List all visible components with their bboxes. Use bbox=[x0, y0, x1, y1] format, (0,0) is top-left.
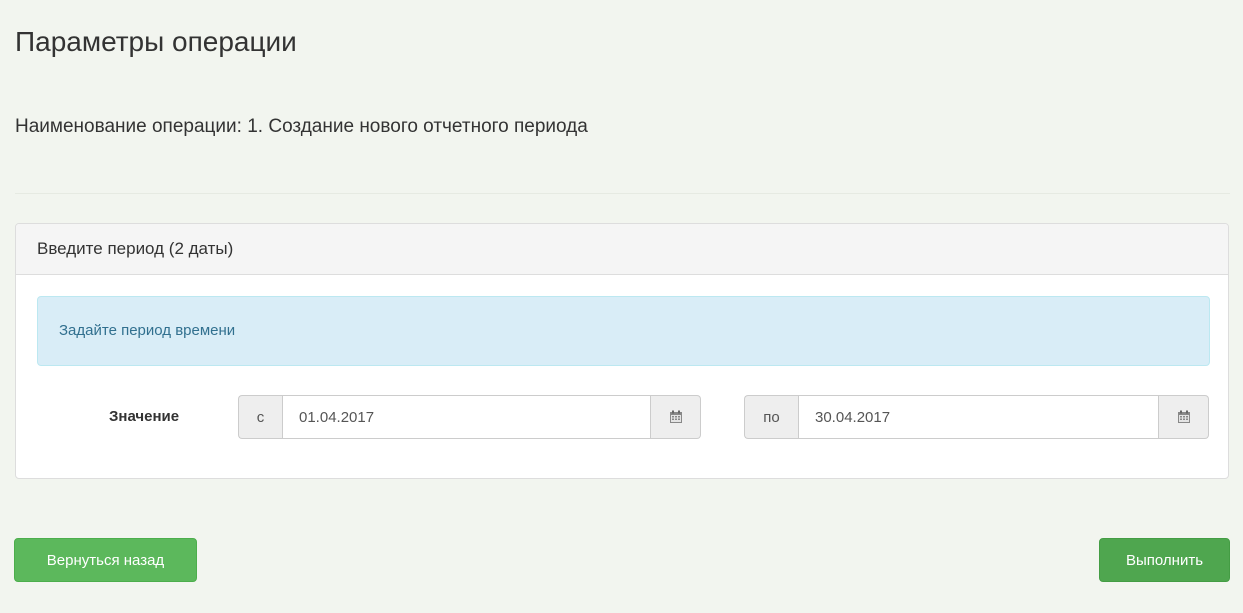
calendar-icon bbox=[1177, 410, 1190, 423]
calendar-icon bbox=[669, 410, 682, 423]
date-to-input[interactable] bbox=[798, 395, 1159, 439]
date-from-input[interactable] bbox=[282, 395, 651, 439]
section-divider bbox=[15, 193, 1230, 194]
back-button[interactable]: Вернуться назад bbox=[14, 538, 197, 582]
page-title: Параметры операции bbox=[15, 26, 297, 57]
value-field-label: Значение bbox=[109, 408, 180, 425]
execute-button[interactable]: Выполнить bbox=[1099, 538, 1230, 582]
date-to-prefix: по bbox=[744, 395, 798, 439]
panel-heading: Введите период (2 даты) bbox=[16, 224, 1228, 275]
date-from-group: с bbox=[238, 395, 701, 439]
period-panel: Введите период (2 даты) Задайте период в… bbox=[15, 223, 1229, 479]
date-to-group: по bbox=[744, 395, 1209, 439]
info-alert: Задайте период времени bbox=[37, 296, 1210, 366]
date-from-prefix: с bbox=[238, 395, 282, 439]
operation-name-value: 1. Создание нового отчетного периода bbox=[247, 116, 588, 137]
date-to-calendar-button[interactable] bbox=[1159, 395, 1209, 439]
operation-name: Наименование операции: 1. Создание новог… bbox=[15, 113, 588, 141]
operation-name-label: Наименование операции: bbox=[15, 116, 242, 137]
date-from-calendar-button[interactable] bbox=[651, 395, 701, 439]
